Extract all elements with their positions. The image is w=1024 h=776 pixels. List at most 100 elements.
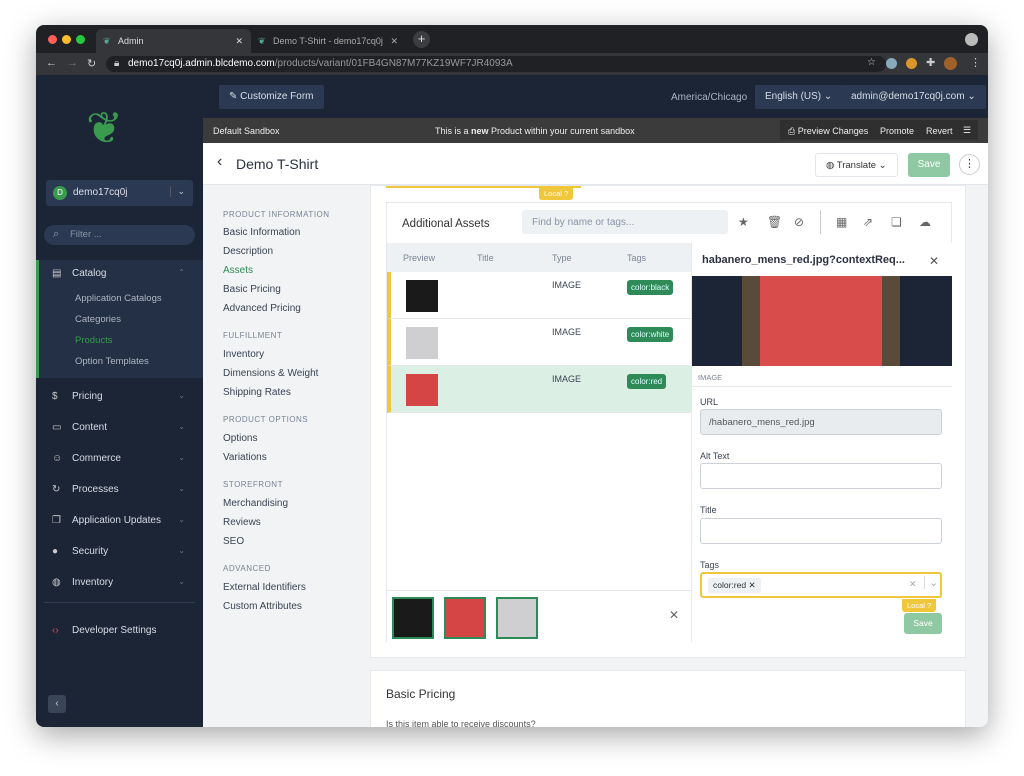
customize-form-button[interactable]: ✎ Customize Form <box>219 85 324 109</box>
thumbnail[interactable] <box>444 597 486 639</box>
save-button[interactable]: Save <box>908 153 950 177</box>
more-icon[interactable]: ⋮ <box>970 56 981 69</box>
table-row-selected[interactable]: IMAGE color:red <box>387 366 691 413</box>
maximize-window-button[interactable] <box>76 35 85 44</box>
nav-basic-pricing[interactable]: Basic Pricing <box>223 284 281 295</box>
table-row[interactable]: IMAGE color:black <box>387 272 691 319</box>
nav-advanced-pricing[interactable]: Advanced Pricing <box>223 303 301 314</box>
sidebar-item-pricing[interactable]: $ Pricing ⌄ <box>36 383 203 413</box>
sync-icon: ↻ <box>52 484 61 495</box>
detail-save-button[interactable]: Save <box>904 613 942 634</box>
star-icon[interactable]: ★ <box>738 215 749 229</box>
reload-icon[interactable]: ↻ <box>87 57 96 70</box>
sidebar-item-catalog[interactable]: ▤ Catalog ⌃ <box>36 260 203 290</box>
thumbnail[interactable] <box>392 597 434 639</box>
sidebar-subitem-categories[interactable]: Categories <box>75 314 121 325</box>
local-badge[interactable]: Local ? <box>902 599 937 612</box>
title-field[interactable] <box>700 518 942 544</box>
sidebar-item-processes[interactable]: ↻ Processes ⌄ <box>36 476 203 506</box>
url-field[interactable]: /habanero_mens_red.jpg <box>700 409 942 435</box>
nav-description[interactable]: Description <box>223 246 273 257</box>
revert-button[interactable]: Revert <box>926 126 953 136</box>
thumbnail-strip: ✕ <box>387 590 691 642</box>
back-icon[interactable]: ‹ <box>217 153 222 171</box>
sidebar-item-application-updates[interactable]: ❐ Application Updates ⌄ <box>36 507 203 537</box>
avatar[interactable] <box>944 57 957 70</box>
images-icon[interactable]: ❏ <box>891 215 902 229</box>
thumbnail[interactable] <box>496 597 538 639</box>
page-title: Demo T-Shirt <box>236 156 319 172</box>
sandbox-bar: Default Sandbox This is a new Product wi… <box>203 118 988 143</box>
extension-icon[interactable] <box>886 58 897 69</box>
sidebar-subitem-option-templates[interactable]: Option Templates <box>75 356 149 367</box>
discount-question: Is this item able to receive discounts? <box>386 719 536 727</box>
thumbnail <box>406 374 438 406</box>
trash-icon[interactable]: 🗑︎ <box>767 215 782 229</box>
sidebar-item-commerce[interactable]: ☺ Commerce ⌄ <box>36 445 203 475</box>
table-row[interactable]: IMAGE color:white <box>387 319 691 366</box>
collapse-sidebar-button[interactable]: ‹ <box>48 695 66 713</box>
nav-shipping-rates[interactable]: Shipping Rates <box>223 387 291 398</box>
new-tab-button[interactable]: + <box>413 31 430 48</box>
nav-options[interactable]: Options <box>223 433 257 444</box>
translate-dropdown[interactable]: ◍ Translate ⌄ <box>815 153 898 177</box>
smile-icon: ☺ <box>52 453 63 464</box>
sidebar-item-content[interactable]: ▭ Content ⌄ <box>36 414 203 444</box>
url-field[interactable]: 🔒︎ demo17cq0j.admin.blcdemo.com/products/… <box>106 56 886 72</box>
local-badge[interactable]: Local ? <box>539 187 574 200</box>
star-icon[interactable]: ☆ <box>867 57 876 68</box>
promote-button[interactable]: Promote <box>880 126 914 136</box>
puzzle-icon[interactable]: ✚ <box>926 56 935 69</box>
grid-icon[interactable]: ▦ <box>836 215 847 229</box>
assets-card: Local ? Additional Assets Find by name o… <box>370 185 966 658</box>
nav-merchandising[interactable]: Merchandising <box>223 498 288 509</box>
tags-field[interactable]: color:red ✕ ✕ ⌄ <box>700 572 942 598</box>
more-options-button[interactable]: ⋮ <box>959 154 980 175</box>
extension-icon[interactable] <box>906 58 917 69</box>
tab-title: Admin <box>118 36 144 46</box>
sidebar-subitem-application-catalogs[interactable]: Application Catalogs <box>75 293 162 304</box>
sidebar-item-inventory[interactable]: ◍ Inventory ⌄ <box>36 569 203 599</box>
close-icon[interactable]: ✕ <box>669 608 679 622</box>
close-tab-icon[interactable]: ✕ <box>235 36 243 47</box>
close-window-button[interactable] <box>48 35 57 44</box>
locale-dropdown[interactable]: English (US) ⌄ <box>755 85 843 109</box>
filter-input[interactable]: ⌕ Filter ... <box>44 225 195 245</box>
remove-tag-icon[interactable]: ✕ <box>748 580 755 590</box>
profile-menu-icon[interactable] <box>965 33 978 46</box>
cloud-upload-icon[interactable]: ☁ <box>919 215 931 229</box>
sidebar-item-security[interactable]: ● Security ⌄ <box>36 538 203 568</box>
nav-dimensions-weight[interactable]: Dimensions & Weight <box>223 368 318 379</box>
nav-reviews[interactable]: Reviews <box>223 517 261 528</box>
nav-variations[interactable]: Variations <box>223 452 267 463</box>
basic-pricing-card: Basic Pricing Is this item able to recei… <box>370 670 966 727</box>
user-dropdown[interactable]: admin@demo17cq0j.com ⌄ <box>841 85 986 109</box>
close-icon[interactable]: ✕ <box>929 254 939 268</box>
tenant-selector[interactable]: D demo17cq0j ⌄ <box>46 180 193 206</box>
nav-inventory[interactable]: Inventory <box>223 349 264 360</box>
minimize-window-button[interactable] <box>62 35 71 44</box>
user-icon: ● <box>52 546 59 557</box>
nav-custom-attributes[interactable]: Custom Attributes <box>223 601 302 612</box>
alt-text-field[interactable] <box>700 463 942 489</box>
browser-tab-admin[interactable]: ❦ Admin ✕ <box>96 29 251 53</box>
nav-seo[interactable]: SEO <box>223 536 244 547</box>
back-icon[interactable]: ← <box>46 57 57 69</box>
folder-icon: ▭ <box>52 422 62 433</box>
clear-icon[interactable]: ✕ <box>909 579 917 590</box>
tag-chip: color:red ✕ <box>708 578 761 593</box>
sidebar-item-developer-settings[interactable]: ‹› Developer Settings <box>36 617 203 647</box>
forward-icon[interactable]: → <box>67 57 78 69</box>
nav-assets[interactable]: Assets <box>223 265 253 276</box>
nav-external-identifiers[interactable]: External Identifiers <box>223 582 306 593</box>
preview-changes-button[interactable]: ⎙ Preview Changes <box>788 126 868 137</box>
sidebar-subitem-products[interactable]: Products <box>75 335 113 346</box>
browser-tab-product[interactable]: ❦ Demo T-Shirt - demo17cq0j ✕ <box>251 29 406 53</box>
eye-slash-icon[interactable]: ⊘ <box>794 215 804 229</box>
menu-icon[interactable]: ☰ <box>963 125 971 136</box>
nav-basic-information[interactable]: Basic Information <box>223 227 300 238</box>
external-link-icon[interactable]: ⇗ <box>863 215 873 229</box>
asset-search-input[interactable]: Find by name or tags... <box>522 210 728 234</box>
chevron-down-icon[interactable]: ⌄ <box>924 576 938 589</box>
close-tab-icon[interactable]: ✕ <box>390 36 398 47</box>
